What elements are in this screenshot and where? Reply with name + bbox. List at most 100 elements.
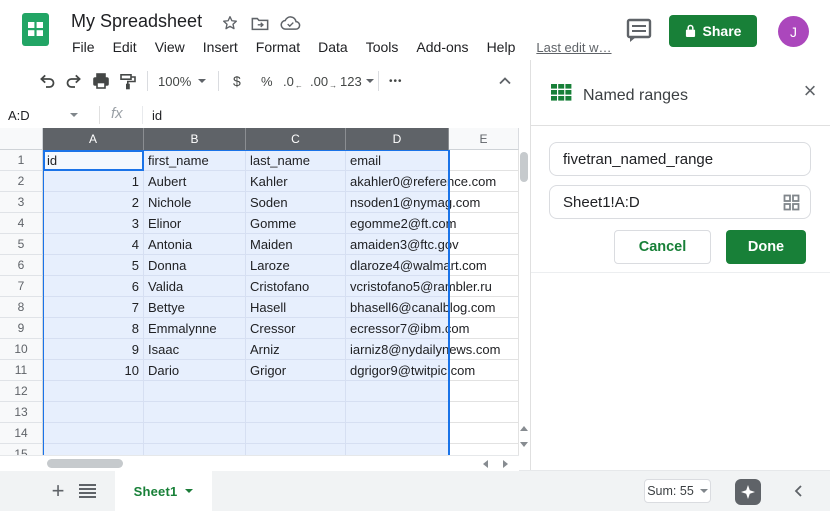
- redo-icon[interactable]: [65, 72, 83, 90]
- sheet-tab[interactable]: Sheet1: [115, 471, 212, 511]
- document-title[interactable]: My Spreadsheet: [71, 11, 202, 32]
- format-percent-button[interactable]: %: [261, 60, 273, 102]
- cell-B7[interactable]: Valida: [144, 276, 246, 297]
- cell-D15[interactable]: [346, 444, 449, 455]
- scroll-up-icon[interactable]: [520, 426, 528, 431]
- cell-C7[interactable]: Cristofano: [246, 276, 346, 297]
- cell-B11[interactable]: Dario: [144, 360, 246, 381]
- cell-E15[interactable]: [449, 444, 519, 455]
- cell-E13[interactable]: [449, 402, 519, 423]
- cell-C3[interactable]: Soden: [246, 192, 346, 213]
- horizontal-scrollbar[interactable]: [0, 455, 519, 471]
- column-header-D[interactable]: D: [346, 128, 449, 150]
- cell-B3[interactable]: Nichole: [144, 192, 246, 213]
- undo-icon[interactable]: [38, 72, 56, 90]
- comment-history-icon[interactable]: [626, 18, 652, 43]
- cell-D8[interactable]: bhasell6@canalblog.com: [346, 297, 449, 318]
- zoom-select[interactable]: 100%: [158, 60, 206, 102]
- cell-C15[interactable]: [246, 444, 346, 455]
- cell-E5[interactable]: [449, 234, 519, 255]
- add-sheet-button[interactable]: +: [46, 476, 70, 506]
- collapse-panel-icon[interactable]: [792, 484, 806, 498]
- cell-A3[interactable]: 2: [43, 192, 144, 213]
- name-box[interactable]: A:D: [8, 102, 78, 128]
- menu-format[interactable]: Format: [247, 39, 309, 55]
- cancel-button[interactable]: Cancel: [614, 230, 711, 264]
- select-all-corner[interactable]: [0, 128, 43, 150]
- cell-C13[interactable]: [246, 402, 346, 423]
- cell-B6[interactable]: Donna: [144, 255, 246, 276]
- cell-D4[interactable]: egomme2@ft.com: [346, 213, 449, 234]
- vertical-scrollbar-thumb[interactable]: [520, 152, 528, 182]
- cell-E14[interactable]: [449, 423, 519, 444]
- cell-C14[interactable]: [246, 423, 346, 444]
- column-header-B[interactable]: B: [144, 128, 246, 150]
- cell-A7[interactable]: 6: [43, 276, 144, 297]
- cell-A15[interactable]: [43, 444, 144, 455]
- last-edit-link[interactable]: Last edit w…: [536, 40, 611, 55]
- star-icon[interactable]: [221, 14, 239, 32]
- cell-C5[interactable]: Maiden: [246, 234, 346, 255]
- cell-B9[interactable]: Emmalynne: [144, 318, 246, 339]
- more-toolbar-button[interactable]: •••: [389, 60, 403, 102]
- cell-B10[interactable]: Isaac: [144, 339, 246, 360]
- menu-add-ons[interactable]: Add-ons: [407, 39, 477, 55]
- cell-C1[interactable]: last_name: [246, 150, 346, 171]
- cell-C10[interactable]: Arniz: [246, 339, 346, 360]
- cell-D11[interactable]: dgrigor9@twitpic.com: [346, 360, 449, 381]
- done-button[interactable]: Done: [726, 230, 806, 264]
- row-header-9[interactable]: 9: [0, 318, 43, 339]
- format-currency-button[interactable]: $: [233, 60, 241, 102]
- cell-D14[interactable]: [346, 423, 449, 444]
- menu-help[interactable]: Help: [478, 39, 525, 55]
- menu-edit[interactable]: Edit: [104, 39, 146, 55]
- row-header-3[interactable]: 3: [0, 192, 43, 213]
- cell-B2[interactable]: Aubert: [144, 171, 246, 192]
- column-header-A[interactable]: A: [43, 128, 144, 150]
- row-header-5[interactable]: 5: [0, 234, 43, 255]
- cell-A5[interactable]: 4: [43, 234, 144, 255]
- cell-A6[interactable]: 5: [43, 255, 144, 276]
- scroll-left-icon[interactable]: [483, 460, 488, 468]
- row-header-13[interactable]: 13: [0, 402, 43, 423]
- cell-D5[interactable]: amaiden3@ftc.gov: [346, 234, 449, 255]
- cell-B13[interactable]: [144, 402, 246, 423]
- grid-select-icon[interactable]: [783, 194, 800, 211]
- row-header-8[interactable]: 8: [0, 297, 43, 318]
- cell-B5[interactable]: Antonia: [144, 234, 246, 255]
- row-header-12[interactable]: 12: [0, 381, 43, 402]
- all-sheets-icon[interactable]: [79, 484, 96, 498]
- row-header-1[interactable]: 1: [0, 150, 43, 171]
- vertical-scrollbar[interactable]: [519, 150, 530, 455]
- cell-A2[interactable]: 1: [43, 171, 144, 192]
- row-header-4[interactable]: 4: [0, 213, 43, 234]
- move-folder-icon[interactable]: [251, 16, 269, 31]
- menu-file[interactable]: File: [63, 39, 104, 55]
- cell-B4[interactable]: Elinor: [144, 213, 246, 234]
- row-header-15[interactable]: 15: [0, 444, 43, 455]
- row-header-11[interactable]: 11: [0, 360, 43, 381]
- cell-D12[interactable]: [346, 381, 449, 402]
- cell-D7[interactable]: vcristofano5@rambler.ru: [346, 276, 449, 297]
- cell-B1[interactable]: first_name: [144, 150, 246, 171]
- range-reference-input[interactable]: Sheet1!A:D: [549, 185, 811, 219]
- cell-C6[interactable]: Laroze: [246, 255, 346, 276]
- cell-C4[interactable]: Gomme: [246, 213, 346, 234]
- horizontal-scrollbar-thumb[interactable]: [47, 459, 123, 468]
- cell-E1[interactable]: [449, 150, 519, 171]
- cell-E12[interactable]: [449, 381, 519, 402]
- number-format-button[interactable]: 123: [340, 60, 374, 102]
- cell-A4[interactable]: 3: [43, 213, 144, 234]
- cell-D10[interactable]: iarniz8@nydailynews.com: [346, 339, 449, 360]
- cell-A9[interactable]: 8: [43, 318, 144, 339]
- cell-A14[interactable]: [43, 423, 144, 444]
- cell-C8[interactable]: Hasell: [246, 297, 346, 318]
- menu-view[interactable]: View: [146, 39, 194, 55]
- cell-A12[interactable]: [43, 381, 144, 402]
- cell-A13[interactable]: [43, 402, 144, 423]
- menu-data[interactable]: Data: [309, 39, 357, 55]
- cell-B15[interactable]: [144, 444, 246, 455]
- row-header-6[interactable]: 6: [0, 255, 43, 276]
- explore-button[interactable]: [735, 479, 761, 505]
- cell-C2[interactable]: Kahler: [246, 171, 346, 192]
